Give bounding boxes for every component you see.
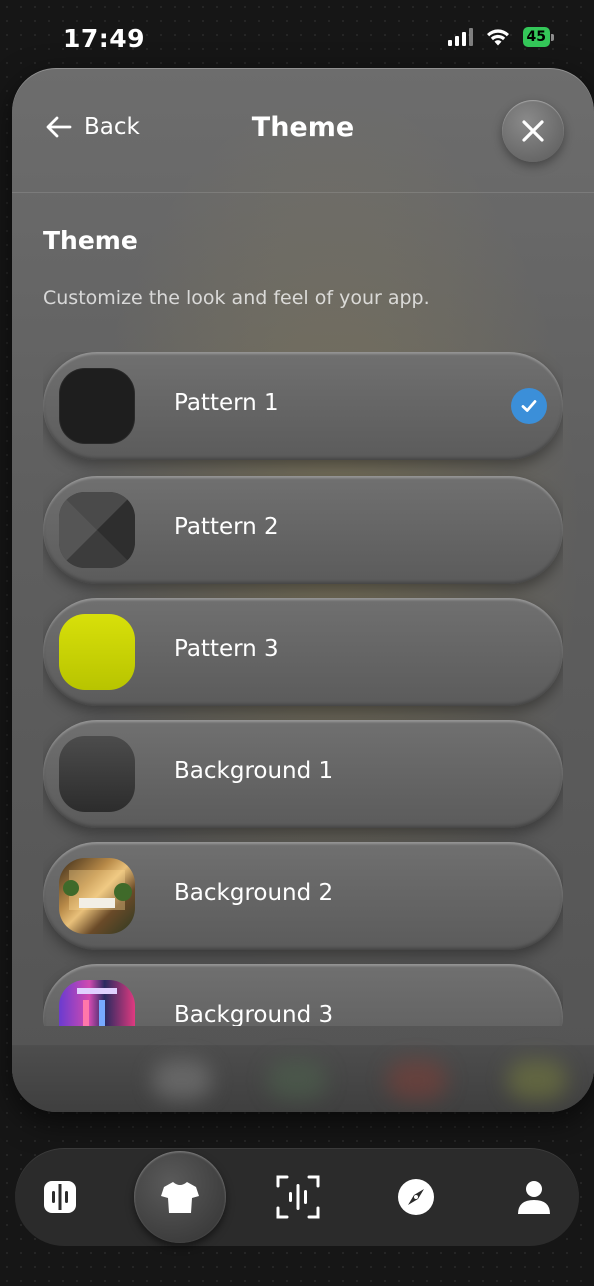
close-icon [522, 120, 544, 142]
nav-profile[interactable] [494, 1148, 574, 1246]
theme-sheet: Back Theme Theme Customize the look and … [12, 68, 594, 1112]
bottom-nav [15, 1148, 579, 1246]
theme-option-pattern-1[interactable]: Pattern 1 [43, 352, 563, 460]
theme-option-label: Background 3 [174, 1002, 334, 1026]
tshirt-icon [161, 1182, 199, 1213]
theme-option-background-2[interactable]: Background 2 [43, 842, 563, 950]
status-time: 17:49 [63, 24, 146, 53]
checkmark-icon [511, 388, 547, 424]
sheet-footer [12, 1045, 594, 1112]
theme-option-pattern-3[interactable]: Pattern 3 [43, 598, 563, 706]
room-image-thumbnail [59, 858, 135, 934]
profile-icon [518, 1181, 550, 1214]
sheet-header: Back Theme [12, 68, 594, 193]
battery-level: 45 [522, 27, 550, 47]
cellular-signal-icon [447, 28, 473, 46]
section-title: Theme [43, 226, 138, 255]
voice-scan-icon [276, 1175, 320, 1219]
theme-option-label: Background 2 [174, 880, 334, 906]
theme-option-pattern-2[interactable]: Pattern 2 [43, 476, 563, 584]
neon-closet-thumbnail [59, 980, 135, 1026]
nav-split-view[interactable] [20, 1148, 100, 1246]
section-description: Customize the look and feel of your app. [43, 287, 430, 309]
theme-list[interactable]: Pattern 1 Pattern 2 Pattern 3 Background… [43, 352, 563, 1026]
theme-option-background-1[interactable]: Background 1 [43, 720, 563, 828]
nav-voice-scan[interactable] [258, 1148, 338, 1246]
theme-swatch [59, 736, 135, 812]
compass-icon [398, 1179, 434, 1215]
theme-swatch [59, 614, 135, 690]
battery-indicator: 45 [522, 27, 554, 47]
theme-option-label: Background 1 [174, 758, 334, 784]
close-button[interactable] [502, 100, 564, 162]
theme-swatch [59, 368, 135, 444]
theme-option-label: Pattern 1 [174, 390, 279, 416]
theme-option-label: Pattern 3 [174, 636, 279, 662]
wifi-icon [486, 29, 509, 46]
status-icons: 45 [447, 27, 554, 47]
nav-explore[interactable] [376, 1148, 456, 1246]
split-view-icon [44, 1181, 76, 1213]
nav-wardrobe[interactable] [140, 1148, 220, 1246]
theme-swatch [59, 492, 135, 568]
theme-option-background-3[interactable]: Background 3 [43, 964, 563, 1026]
theme-option-label: Pattern 2 [174, 514, 279, 540]
